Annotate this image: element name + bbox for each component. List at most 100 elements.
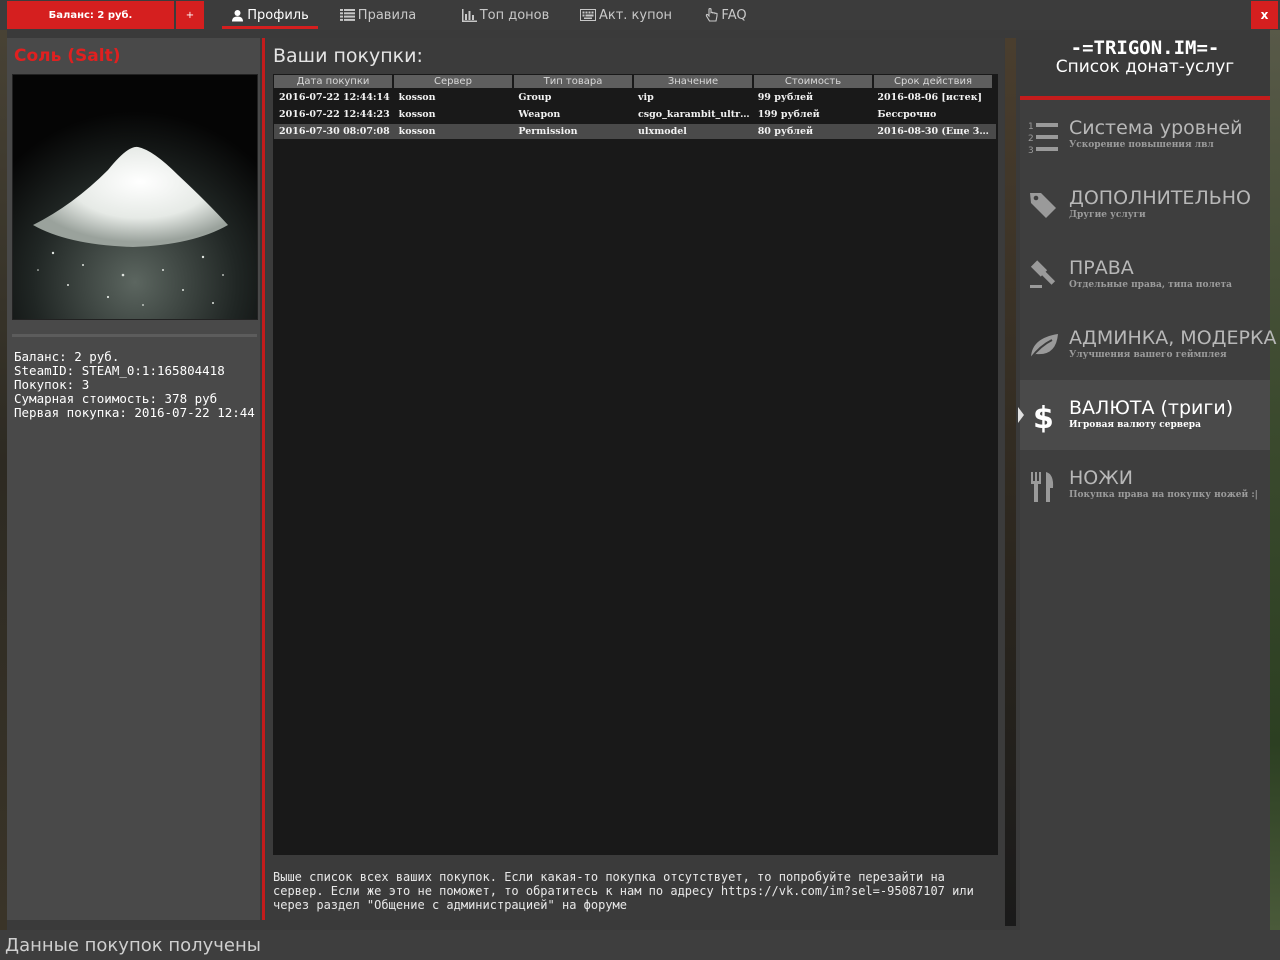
column-header-value[interactable]: Значение <box>634 75 752 88</box>
profile-stats: Баланс: 2 руб. SteamID: STEAM_0:1:165804… <box>14 350 255 420</box>
purchases-table[interactable]: Дата покупки Сервер Тип товара Значение … <box>273 74 998 855</box>
bar-chart-icon <box>461 8 477 22</box>
cell-expiry: 2016-08-06 [истек] <box>877 92 983 103</box>
stat-total-cost: Сумарная стоимость: 378 руб <box>14 391 218 406</box>
tab-activate-coupon[interactable]: Акт. купон <box>578 0 674 30</box>
cell-value: ulxmodel <box>638 126 687 137</box>
category-title: ВАЛЮТА (триги) <box>1069 397 1234 419</box>
keyboard-icon <box>579 9 596 21</box>
svg-text:1: 1 <box>1028 122 1034 132</box>
table-row-selected[interactable]: 2016-07-30 08:07:08 kosson Permission ul… <box>274 124 996 139</box>
stat-balance: Баланс: 2 руб. <box>14 349 120 364</box>
donation-categories-panel: -=TRIGON.IM=- Список донат-услуг 1 2 3 С… <box>1018 30 1276 930</box>
cell-server: kosson <box>398 109 436 120</box>
cell-server: kosson <box>398 126 436 137</box>
status-message: Данные покупок получены <box>5 935 261 956</box>
top-bar: Баланс: 2 руб. + Профиль Правила Топ дон… <box>0 0 1280 30</box>
status-bar: Данные покупок получены <box>0 930 1280 960</box>
svg-text:2: 2 <box>1028 134 1034 144</box>
brand-title: -=TRIGON.IM=- <box>1070 37 1220 59</box>
cell-expiry: 2016-08-30 (Еще 31 ... <box>877 126 995 137</box>
active-category-pointer-icon <box>1018 407 1024 423</box>
numbered-list-icon: 1 2 3 <box>1028 120 1058 156</box>
dollar-icon: $ <box>1028 400 1058 436</box>
category-subtitle: Ускорение повышения лвл <box>1069 140 1214 150</box>
cell-type: Permission <box>518 126 578 137</box>
category-subtitle: Другие услуги <box>1069 210 1146 220</box>
close-button[interactable]: x <box>1251 1 1278 29</box>
table-row[interactable]: 2016-07-22 12:44:23 kosson Weapon csgo_k… <box>274 107 996 122</box>
category-subtitle: Отдельные права, типа полета <box>1069 280 1233 290</box>
column-header-type[interactable]: Тип товара <box>514 75 632 88</box>
purchases-panel: Ваши покупки: Дата покупки Сервер Тип то… <box>266 38 1004 920</box>
category-subtitle: Улучшения вашего геймплея <box>1069 350 1227 360</box>
cell-type: Group <box>518 92 552 103</box>
tab-profile[interactable]: Профиль <box>222 0 318 30</box>
tab-top-donors[interactable]: Топ донов <box>458 0 553 30</box>
purchases-info-text: Выше список всех ваших покупок. Если как… <box>273 870 974 912</box>
purchases-title: Ваши покупки: <box>273 45 423 67</box>
avatar <box>12 74 258 320</box>
category-subtitle: Покупка права на покупку ножей :| <box>1069 490 1258 500</box>
cell-cost: 80 рублей <box>757 126 814 137</box>
column-header-expiry[interactable]: Срок действия <box>874 75 992 88</box>
background-right-strip <box>1270 0 1280 930</box>
background-left-strip <box>0 0 7 930</box>
cell-type: Weapon <box>518 109 561 120</box>
category-title: АДМИНКА, МОДЕРКА <box>1069 327 1277 349</box>
cell-date: 2016-07-22 12:44:23 <box>279 109 390 120</box>
cell-cost: 199 рублей <box>757 109 820 120</box>
category-subtitle: Игровая валюту сервера <box>1069 420 1201 430</box>
table-row[interactable]: 2016-07-22 12:44:14 kosson Group vip 99 … <box>274 90 996 105</box>
category-admin-moderator[interactable]: АДМИНКА, МОДЕРКА Улучшения вашего геймпл… <box>1020 310 1276 380</box>
tab-label: Топ донов <box>479 7 550 23</box>
tab-label: Профиль <box>247 7 309 23</box>
balance-button[interactable]: Баланс: 2 руб. <box>7 1 174 29</box>
column-header-server[interactable]: Сервер <box>394 75 512 88</box>
category-additional[interactable]: ДОПОЛНИТЕЛЬНО Другие услуги <box>1020 170 1270 240</box>
hand-pointer-icon <box>705 8 718 22</box>
user-icon <box>231 9 244 22</box>
cutlery-icon <box>1028 470 1058 502</box>
column-header-date[interactable]: Дата покупки <box>274 75 392 88</box>
panel-separator <box>262 38 265 920</box>
tab-faq[interactable]: FAQ <box>700 0 752 30</box>
tab-rules[interactable]: Правила <box>338 0 418 30</box>
category-currency[interactable]: $ ВАЛЮТА (триги) Игровая валюту сервера <box>1018 380 1270 450</box>
svg-text:$: $ <box>1033 401 1054 434</box>
scroll-strip <box>1005 38 1016 926</box>
gavel-icon <box>1028 260 1058 290</box>
category-title: ПРАВА <box>1069 257 1134 279</box>
profile-panel: Соль (Salt) Баланс: 2 руб. SteamID: STEA… <box>7 38 260 920</box>
table-header: Дата покупки Сервер Тип товара Значение … <box>274 75 994 88</box>
svg-text:3: 3 <box>1028 146 1034 154</box>
tab-label: FAQ <box>721 7 747 23</box>
category-permissions[interactable]: ПРАВА Отдельные права, типа полета <box>1020 240 1270 310</box>
category-title: ДОПОЛНИТЕЛЬНО <box>1069 187 1252 209</box>
category-knives[interactable]: НОЖИ Покупка права на покупку ножей :| <box>1020 450 1270 520</box>
tag-icon <box>1028 190 1058 220</box>
category-title: НОЖИ <box>1069 467 1133 489</box>
cell-date: 2016-07-22 12:44:14 <box>279 92 390 103</box>
cell-value: vip <box>638 92 654 103</box>
cell-date: 2016-07-30 08:07:08 <box>279 126 390 137</box>
leaf-icon <box>1028 330 1058 360</box>
profile-name: Соль (Salt) <box>14 46 121 66</box>
brand-header: -=TRIGON.IM=- Список донат-услуг <box>1020 30 1270 96</box>
brand-subtitle: Список донат-услуг <box>1055 57 1235 77</box>
stat-first-purchase: Первая покупка: 2016-07-22 12:44 <box>14 405 255 420</box>
list-icon <box>339 9 355 21</box>
profile-divider <box>12 334 257 337</box>
cell-expiry: Бессрочно <box>877 109 937 120</box>
cell-cost: 99 рублей <box>757 92 814 103</box>
column-header-cost[interactable]: Стоимость <box>754 75 872 88</box>
tab-label: Правила <box>357 7 417 23</box>
category-title: Система уровней <box>1069 117 1243 139</box>
category-levels[interactable]: 1 2 3 Система уровней Ускорение повышени… <box>1020 100 1270 170</box>
cell-server: kosson <box>398 92 436 103</box>
stat-steamid: SteamID: STEAM_0:1:165804418 <box>14 363 225 378</box>
stat-purchase-count: Покупок: 3 <box>14 377 90 392</box>
tab-label: Акт. купон <box>598 7 673 23</box>
add-balance-button[interactable]: + <box>176 1 204 29</box>
cell-value: csgo_karambit_ultra... <box>638 109 751 120</box>
